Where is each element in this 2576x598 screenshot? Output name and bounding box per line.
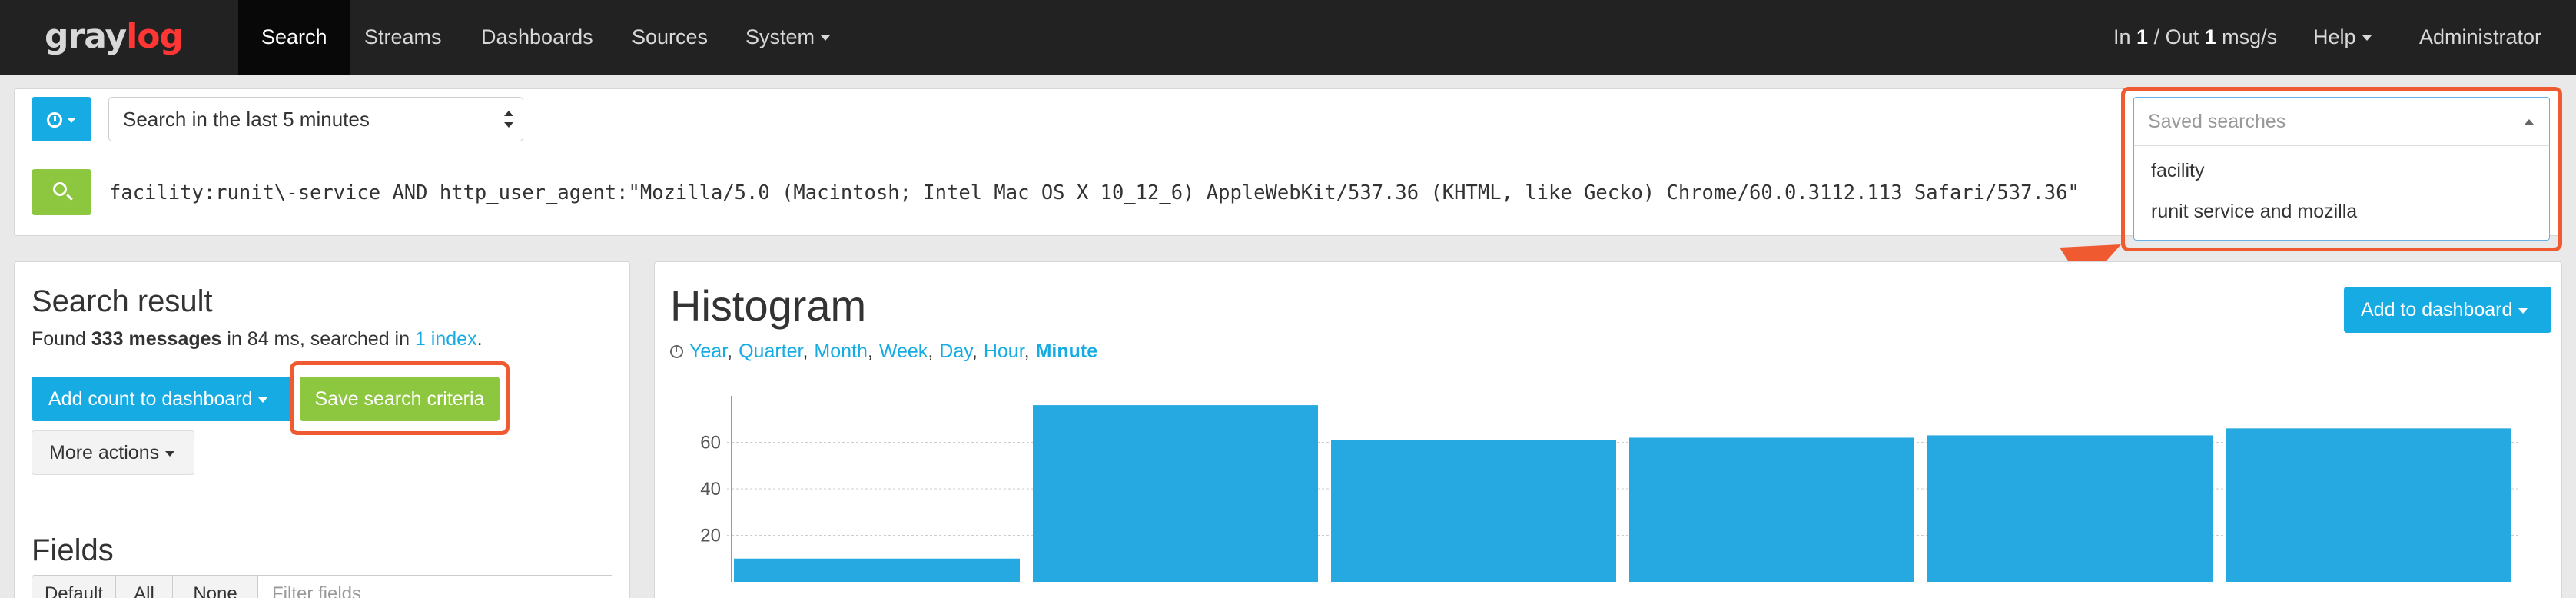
histogram-bar[interactable]: [1331, 440, 1616, 582]
resolution-day[interactable]: Day: [939, 341, 972, 362]
resolution-minute[interactable]: Minute: [1036, 341, 1098, 362]
fields-all-button[interactable]: All: [115, 575, 173, 598]
y-tick-label: 20: [700, 526, 721, 547]
filter-fields-input[interactable]: Filter fields: [257, 575, 612, 598]
histogram-bar[interactable]: [1033, 405, 1318, 582]
search-result-title: Search result: [32, 284, 213, 318]
index-link[interactable]: 1 index: [415, 328, 477, 350]
search-result-summary: Found 333 messages in 84 ms, searched in…: [32, 328, 483, 350]
caret-down-icon: [258, 397, 268, 403]
histogram-bar[interactable]: [1927, 435, 2213, 582]
histogram-bar[interactable]: [1629, 437, 1914, 582]
caret-down-icon: [2518, 307, 2528, 314]
fields-default-button[interactable]: Default: [32, 575, 116, 598]
fields-title: Fields: [32, 533, 114, 567]
histogram-resolution-selector: Year, Quarter, Month, Week, Day, Hour, Minute: [670, 341, 1097, 363]
add-count-to-dashboard-button[interactable]: Add count to dashboard: [32, 377, 291, 421]
resolution-week[interactable]: Week: [879, 341, 928, 362]
resolution-year[interactable]: Year: [689, 341, 727, 362]
histogram-title: Histogram: [670, 281, 867, 330]
y-tick-label: 60: [700, 433, 721, 453]
resolution-hour[interactable]: Hour: [984, 341, 1024, 362]
histogram-chart: 20 40 60: [700, 396, 2521, 582]
caret-down-icon: [165, 450, 175, 457]
fields-none-button[interactable]: None: [172, 575, 258, 598]
resolution-quarter[interactable]: Quarter: [739, 341, 802, 362]
add-to-dashboard-button[interactable]: Add to dashboard: [2344, 287, 2551, 333]
histogram-bar[interactable]: [2226, 428, 2511, 582]
histogram-bar[interactable]: [734, 558, 1020, 582]
resolution-month[interactable]: Month: [814, 341, 867, 362]
save-search-criteria-button[interactable]: Save search criteria: [300, 377, 500, 421]
clock-icon: [670, 345, 683, 358]
y-tick-label: 40: [700, 479, 721, 500]
more-actions-button[interactable]: More actions: [32, 430, 194, 475]
